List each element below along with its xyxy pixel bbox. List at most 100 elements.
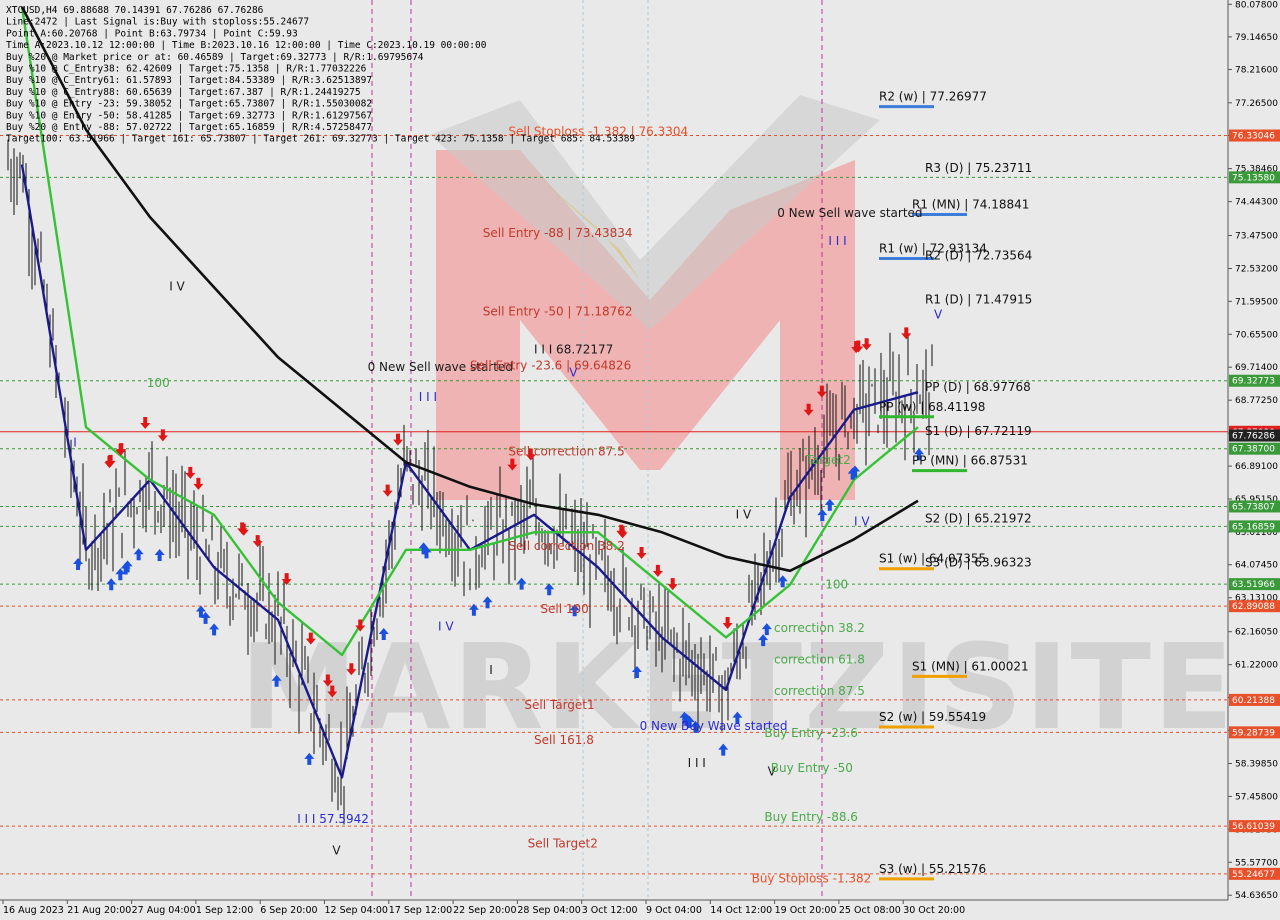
time-label-4: 6 Sep 20:00 bbox=[260, 905, 317, 916]
pivot-label-9: PP (MN) | 66.87531 bbox=[912, 454, 1028, 468]
price-tick-label-10: 70.65500 bbox=[1235, 330, 1278, 340]
annotation-10: Sell 161.8 bbox=[534, 733, 594, 747]
price-badge-label-6: 65.73807 bbox=[1232, 502, 1275, 512]
time-label-1: 21 Aug 20:00 bbox=[67, 905, 131, 916]
price-tick-label-9: 71.59500 bbox=[1235, 297, 1278, 307]
annotation-3: I I I 68.72177 bbox=[534, 343, 613, 357]
pivot-label-6: PP (D) | 68.97768 bbox=[925, 380, 1031, 394]
price-tick-label-17: 64.07450 bbox=[1235, 561, 1278, 571]
price-badge-label-2: 69.32773 bbox=[1232, 377, 1275, 387]
price-tick-label-6: 74.44300 bbox=[1235, 198, 1278, 208]
annotation-11: Sell Target2 bbox=[528, 836, 598, 850]
time-label-13: 25 Oct 08:00 bbox=[839, 905, 901, 916]
time-label-9: 3 Oct 12:00 bbox=[582, 905, 638, 916]
price-badge-label-8: 63.51966 bbox=[1232, 580, 1275, 590]
annotation-28: I V bbox=[736, 507, 752, 521]
annotation-33: I bbox=[73, 435, 77, 449]
price-badge-label-1: 75.13580 bbox=[1232, 173, 1275, 183]
watermark-text: MARKETZISITE bbox=[240, 618, 1236, 756]
annotation-31: I V bbox=[438, 619, 454, 633]
info-line-9: Buy %10 @ Entry -50: 58.41285 | Target:6… bbox=[6, 110, 372, 121]
price-badge-label-9: 62.89088 bbox=[1232, 602, 1275, 612]
info-line-5: Buy %10 @ C_Entry38: 62.42609 | Target:7… bbox=[6, 64, 367, 75]
pivot-label-1: R3 (D) | 75.23711 bbox=[925, 161, 1032, 175]
annotation-29: I V bbox=[854, 514, 870, 528]
price-tick-label-0: 80.07800 bbox=[1235, 0, 1278, 10]
annotation-32: I I I bbox=[419, 390, 437, 404]
price-tick-label-12: 68.77250 bbox=[1235, 396, 1278, 406]
price-tick-label-23: 58.39850 bbox=[1235, 759, 1278, 769]
pivot-label-15: S3 (w) | 55.21576 bbox=[879, 862, 986, 876]
annotation-9: Sell Target1 bbox=[524, 698, 594, 712]
price-badge-label-4: 67.76286 bbox=[1232, 432, 1275, 442]
pivot-label-4: R2 (D) | 72.73564 bbox=[925, 248, 1032, 262]
price-tick-label-24: 57.45800 bbox=[1235, 792, 1278, 802]
annotation-25: 100 bbox=[825, 577, 848, 591]
price-tick-label-14: 66.89100 bbox=[1235, 462, 1278, 472]
price-tick-label-7: 73.47500 bbox=[1235, 232, 1278, 242]
price-tick-label-3: 77.26500 bbox=[1235, 99, 1278, 109]
info-line-2: Point A:60.20768 | Point B:63.79734 | Po… bbox=[6, 28, 298, 39]
info-line-3: Time A:2023.10.12 12:00:00 | Time B:2023… bbox=[6, 40, 487, 51]
annotation-35: V bbox=[569, 365, 578, 379]
price-tick-label-8: 72.53200 bbox=[1235, 265, 1278, 275]
price-badge-label-13: 55.24677 bbox=[1232, 870, 1275, 880]
info-line-7: Buy %10 @ C_Entry88: 60.65639 | Target:6… bbox=[6, 87, 361, 98]
pivot-label-2: R1 (MN) | 74.18841 bbox=[912, 198, 1029, 212]
time-label-0: 16 Aug 2023 bbox=[3, 905, 64, 916]
price-axis: 80.0780079.1465078.2160077.2650076.33300… bbox=[1227, 0, 1280, 920]
price-tick-label-20: 61.22000 bbox=[1235, 661, 1278, 671]
annotation-2: Sell Entry -50 | 71.18762 bbox=[483, 305, 633, 319]
annotation-13: V bbox=[332, 843, 341, 857]
pivot-label-12: S3 (D) | 63.96323 bbox=[925, 556, 1032, 570]
annotation-34: V bbox=[934, 308, 943, 322]
info-line-1: Line:2472 | Last Signal is:Buy with stop… bbox=[6, 17, 309, 28]
annotation-24: Target2 bbox=[805, 453, 851, 467]
annotation-7: Sell correction 38.2 bbox=[508, 539, 624, 553]
annotation-26: 0 New Sell wave started bbox=[777, 206, 922, 220]
time-label-14: 30 Oct 20:00 bbox=[903, 905, 965, 916]
pivot-label-7: PP (w) | 68.41198 bbox=[879, 400, 985, 414]
time-label-12: 19 Oct 20:00 bbox=[775, 905, 837, 916]
price-badge-label-7: 65.16859 bbox=[1232, 522, 1275, 532]
annotation-6: Sell correction 87.5 bbox=[508, 444, 624, 458]
pivot-label-0: R2 (w) | 77.26977 bbox=[879, 90, 987, 104]
annotation-19: Buy Entry -88.6 bbox=[764, 810, 858, 824]
annotation-17: Buy Entry -23.6 bbox=[764, 726, 858, 740]
price-tick-label-19: 62.16050 bbox=[1235, 628, 1278, 638]
info-line-10: Buy %20 @ Entry -88: 57.02722 | Target:6… bbox=[6, 122, 372, 133]
annotation-15: I I I bbox=[688, 756, 706, 770]
pivot-label-8: S1 (D) | 67.72119 bbox=[925, 424, 1032, 438]
time-axis: 16 Aug 2023 21 Aug 20:00 27 Aug 04:00 1 Sep… bbox=[0, 899, 1280, 920]
info-line-8: Buy %10 @ Entry -23: 59.38052 | Target:6… bbox=[6, 99, 372, 110]
time-label-10: 9 Oct 04:00 bbox=[646, 905, 702, 916]
pivot-label-10: S2 (D) | 65.21972 bbox=[925, 512, 1032, 526]
info-line-0: XTCUSD,H4 69.88688 70.14391 67.76286 67.… bbox=[6, 5, 264, 16]
annotation-30: I V bbox=[169, 280, 185, 294]
annotation-36: 100 bbox=[147, 376, 170, 390]
annotation-27: I I I bbox=[828, 234, 846, 248]
annotation-8: Sell 100 bbox=[540, 602, 588, 616]
price-tick-label-27: 54.63650 bbox=[1235, 891, 1278, 901]
annotation-5: Sell Entry -23.6 | 69.64826 bbox=[470, 359, 631, 373]
info-line-6: Buy %10 @ C_Entry61: 61.57893 | Target:8… bbox=[6, 75, 372, 86]
price-badge-label-11: 59.28739 bbox=[1232, 728, 1275, 738]
annotation-23: correction 87.5 bbox=[774, 684, 865, 698]
pivot-label-13: S1 (MN) | 61.00021 bbox=[912, 659, 1029, 673]
price-badge-label-0: 76.33046 bbox=[1232, 132, 1275, 142]
price-tick-label-11: 69.71400 bbox=[1235, 363, 1278, 373]
annotation-22: correction 61.8 bbox=[774, 653, 865, 667]
pivot-label-14: S2 (w) | 59.55419 bbox=[879, 710, 986, 724]
time-label-7: 22 Sep 20:00 bbox=[453, 905, 516, 916]
price-tick-label-1: 79.14650 bbox=[1235, 33, 1278, 43]
time-label-3: 1 Sep 12:00 bbox=[196, 905, 253, 916]
time-label-2: 27 Aug 04:00 bbox=[132, 905, 196, 916]
info-line-4: Buy %20 @ Market price or at: 60.46589 |… bbox=[6, 52, 424, 63]
price-badge-label-5: 67.38700 bbox=[1232, 445, 1275, 455]
annotation-18: Buy Entry -50 bbox=[771, 761, 853, 775]
time-label-6: 17 Sep 12:00 bbox=[389, 905, 452, 916]
annotation-1: Sell Entry -88 | 73.43834 bbox=[483, 226, 633, 240]
price-badge-label-12: 56.61039 bbox=[1232, 822, 1275, 832]
annotation-37: I bbox=[489, 663, 493, 677]
price-chart[interactable]: MARKETZISITE R2 (w) | 77.26977 R3 (D) | 7… bbox=[0, 0, 1280, 920]
